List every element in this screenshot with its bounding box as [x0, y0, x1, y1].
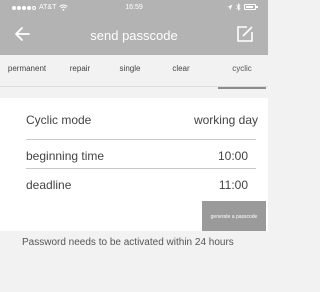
beginning-time-value[interactable]: 10:00	[218, 149, 248, 163]
generate-passcode-button[interactable]: generate a passcode	[202, 201, 266, 232]
tab-permanent[interactable]: permanent	[2, 64, 52, 82]
cyclic-mode-row[interactable]: Cyclic mode working day	[0, 104, 268, 134]
deadline-value[interactable]: 11:00	[219, 178, 248, 192]
passcode-form: Cyclic mode working day beginning time 1…	[0, 98, 268, 201]
tab-clear[interactable]: clear	[161, 64, 201, 82]
page-title: send passcode	[90, 28, 178, 43]
battery-icon	[244, 4, 258, 10]
tab-repair[interactable]: repair	[60, 64, 100, 82]
edit-share-icon[interactable]	[234, 23, 256, 45]
beginning-time-row[interactable]: beginning time 10:00	[0, 140, 268, 170]
bluetooth-icon	[236, 3, 241, 11]
activation-note: Password needs to be activated within 24…	[22, 237, 234, 248]
tab-single[interactable]: single	[110, 64, 150, 82]
beginning-time-label: beginning time	[26, 149, 105, 163]
cyclic-mode-value[interactable]: working day	[194, 113, 258, 127]
status-indicators	[227, 3, 258, 11]
location-icon	[227, 4, 233, 10]
deadline-label: deadline	[26, 178, 72, 192]
cyclic-mode-label: Cyclic mode	[26, 113, 92, 127]
app-header: AT&T 16:59 send passcode	[0, 0, 268, 55]
note-area: Password needs to be activated within 24…	[0, 231, 268, 292]
deadline-row[interactable]: deadline 11:00	[0, 169, 268, 199]
action-area: generate a passcode	[0, 201, 268, 232]
back-arrow-icon[interactable]	[12, 22, 36, 46]
status-bar: AT&T 16:59	[0, 0, 268, 16]
passcode-type-tabs: permanent repair single clear cyclic	[0, 55, 268, 89]
nav-bar: send passcode	[0, 16, 268, 55]
tab-cyclic[interactable]: cyclic	[218, 64, 266, 89]
